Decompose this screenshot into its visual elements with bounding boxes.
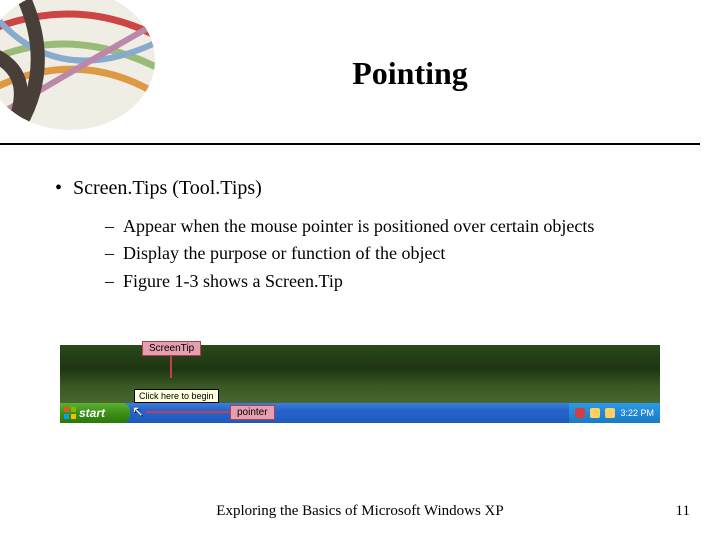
decorative-logo — [0, 0, 178, 130]
tray-icon — [605, 408, 615, 418]
bullet-main-text: Screen.Tips (Tool.Tips) — [73, 175, 262, 202]
screentip-tooltip: Click here to begin — [134, 389, 219, 403]
bullet-dash: – — [105, 241, 123, 265]
start-label: start — [79, 406, 105, 420]
system-tray: 3:22 PM — [569, 403, 660, 423]
sub-bullet-text: Figure 1-3 shows a Screen.Tip — [123, 269, 343, 293]
page-number: 11 — [676, 503, 690, 520]
bullet-dash: – — [105, 214, 123, 238]
sub-bullet-text: Appear when the mouse pointer is positio… — [123, 214, 594, 238]
bullet-dot: • — [55, 175, 73, 202]
sub-bullet-text: Display the purpose or function of the o… — [123, 241, 445, 265]
windows-taskbar: start 3:22 PM — [60, 403, 660, 423]
tray-clock: 3:22 PM — [620, 408, 654, 418]
slide-footer: Exploring the Basics of Microsoft Window… — [0, 503, 720, 520]
callout-line — [170, 356, 172, 378]
slide-body: • Screen.Tips (Tool.Tips) – Appear when … — [0, 145, 720, 293]
callout-screentip: ScreenTip — [142, 341, 201, 356]
start-button[interactable]: start — [60, 403, 130, 423]
callout-pointer: pointer — [230, 405, 275, 420]
figure-screenshot: ScreenTip Click here to begin start 3:22… — [60, 345, 660, 423]
windows-logo-icon — [64, 407, 76, 419]
tray-shield-icon — [575, 408, 585, 418]
callout-line — [146, 411, 230, 413]
bullet-dash: – — [105, 269, 123, 293]
tray-icon — [590, 408, 600, 418]
